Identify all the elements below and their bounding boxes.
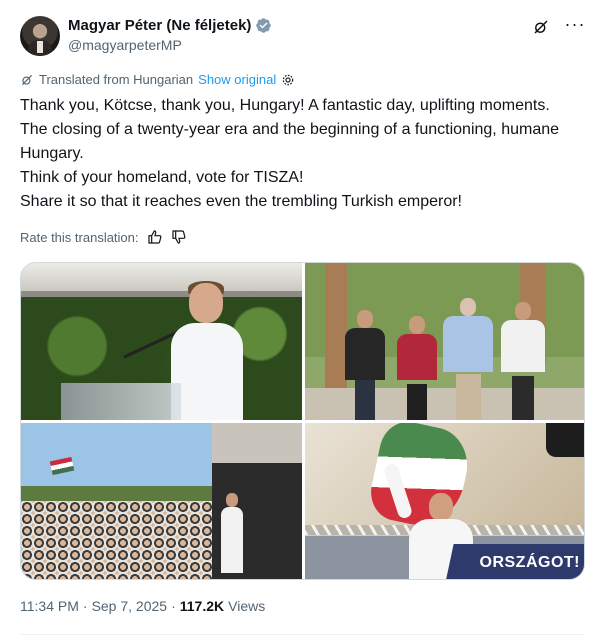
author-name-line: Magyar Péter (Ne féljetek) xyxy=(68,17,272,34)
tweet-line: Share it so that it reaches even the tre… xyxy=(20,193,462,210)
translate-icon xyxy=(21,74,33,85)
display-name[interactable]: Magyar Péter (Ne féljetek) xyxy=(68,17,251,34)
thumbs-down-icon[interactable] xyxy=(171,229,187,245)
divider xyxy=(20,634,584,635)
photo-group-of-four[interactable] xyxy=(305,263,584,420)
separator: · xyxy=(82,598,88,614)
separator: · xyxy=(171,598,176,614)
gear-icon[interactable] xyxy=(281,73,295,87)
author-handle[interactable]: @magyarpeterMP xyxy=(68,37,182,53)
verified-badge-icon[interactable] xyxy=(255,17,272,34)
tweet-meta: 11:34 PM · Sep 7, 2025 · 117.2K Views xyxy=(20,598,265,614)
translated-note: Translated from Hungarian xyxy=(39,72,194,87)
rate-translation: Rate this translation: xyxy=(20,229,187,245)
photo-rally-crowd[interactable] xyxy=(21,423,302,579)
header-actions: ··· xyxy=(532,15,585,36)
thumbs-up-icon[interactable] xyxy=(147,229,163,245)
media-grid: ORSZÁGOT! xyxy=(20,262,585,580)
translation-bar: Translated from Hungarian Show original xyxy=(20,72,295,87)
post-time[interactable]: 11:34 PM xyxy=(20,598,79,614)
post-date[interactable]: Sep 7, 2025 xyxy=(92,598,168,614)
avatar[interactable] xyxy=(20,16,60,56)
views-count[interactable]: 117.2K xyxy=(180,598,224,614)
tweet-text: Thank you, Kötcse, thank you, Hungary! A… xyxy=(20,94,580,214)
photo-speaker-at-podium[interactable] xyxy=(21,263,302,420)
tweet-line: Thank you, Kötcse, thank you, Hungary! A… xyxy=(20,97,560,162)
more-options-icon[interactable]: ··· xyxy=(565,15,585,33)
rate-label: Rate this translation: xyxy=(20,229,139,245)
tweet-header: Magyar Péter (Ne féljetek) @magyarpeterM… xyxy=(20,14,585,58)
photo-waving-flag[interactable]: ORSZÁGOT! xyxy=(305,423,584,579)
banner-text: ORSZÁGOT! xyxy=(479,554,580,571)
show-original-link[interactable]: Show original xyxy=(198,72,276,87)
views-label: Views xyxy=(228,598,266,614)
tweet-line: Think of your homeland, vote for TISZA! xyxy=(20,169,304,186)
grok-icon[interactable] xyxy=(532,18,550,36)
